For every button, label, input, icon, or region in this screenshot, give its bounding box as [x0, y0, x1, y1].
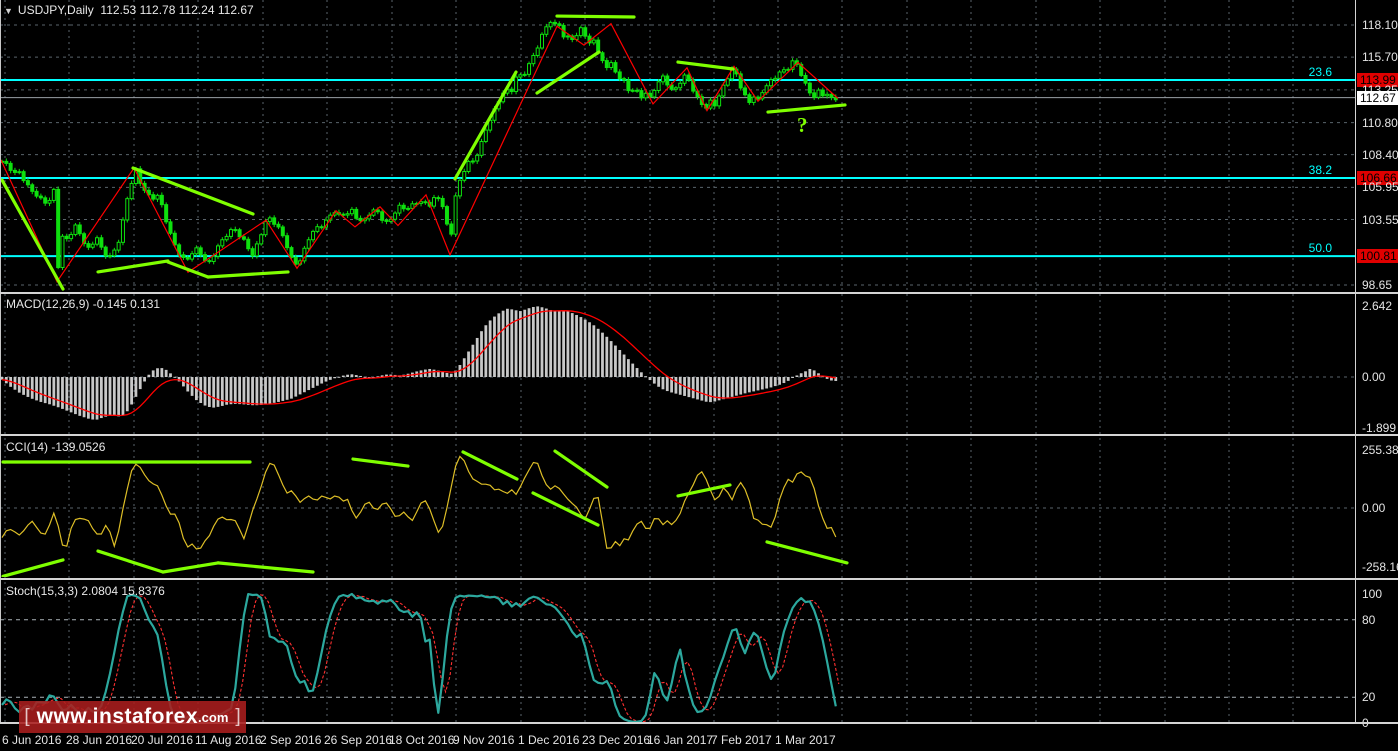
stoch-title: Stoch(15,3,3)	[6, 584, 78, 598]
cci-tick-255.3869: 255.3869	[1362, 443, 1398, 457]
date-tick: 9 Nov 2016	[453, 733, 514, 747]
grid-lines	[0, 0, 1355, 722]
ohlc-low: 112.24	[179, 3, 215, 17]
date-tick: 16 Jan 2017	[647, 733, 713, 747]
date-tick: 2 Sep 2016	[260, 733, 321, 747]
chart-plot-area[interactable]	[0, 0, 1398, 751]
fibonacci-lines	[0, 80, 1355, 256]
ohlc-open: 112.53	[100, 3, 136, 17]
macd-tick-2.642: 2.642	[1362, 299, 1392, 313]
cci-tick--258.1662: -258.1662	[1362, 560, 1398, 574]
panel-separator-cci[interactable]	[0, 434, 1398, 436]
mt4-chart-window: ▼ USDJPY,Daily 112.53 112.78 112.24 112.6…	[0, 0, 1398, 751]
ohlc-close: 112.67	[218, 3, 254, 17]
macd-tick-0.00: 0.00	[1362, 370, 1385, 384]
logo-tld: .com	[198, 710, 228, 725]
ohlc-high: 112.78	[140, 3, 176, 17]
panel-separator-macd[interactable]	[0, 292, 1398, 294]
stoch-values: 2.0804 15.8376	[81, 584, 164, 598]
cci-title: CCI(14)	[6, 440, 48, 454]
price-tick-118.10: 118.10	[1362, 18, 1398, 32]
date-tick: 1 Mar 2017	[775, 733, 836, 747]
date-tick: 18 Oct 2016	[389, 733, 454, 747]
price-tick-112.67: 112.67	[1357, 91, 1398, 105]
panel-separator-stoch[interactable]	[0, 578, 1398, 580]
stoch-indicator-label: Stoch(15,3,3) 2.0804 15.8376	[6, 584, 165, 598]
macd-tick--1.899: -1.899	[1362, 421, 1396, 435]
date-tick: 23 Dec 2016	[582, 733, 650, 747]
price-tick-98.65: 98.65	[1362, 278, 1392, 292]
price-tick-115.70: 115.70	[1362, 50, 1398, 64]
cci-indicator-label: CCI(14) -139.0526	[6, 440, 105, 454]
cci-tick-0.00: 0.00	[1362, 501, 1385, 515]
macd-title: MACD(12,26,9)	[6, 297, 89, 311]
price-tick-110.80: 110.80	[1362, 116, 1398, 130]
cci-values: -139.0526	[51, 440, 105, 454]
price-tick-108.40: 108.40	[1362, 148, 1398, 162]
date-tick: 11 Aug 2016	[195, 733, 262, 747]
stoch-tick-100: 100	[1362, 587, 1382, 601]
price-tick-105.95: 105.95	[1362, 180, 1398, 194]
cci-trendlines	[3, 451, 847, 576]
symbol-timeframe-label: USDJPY,Daily	[18, 3, 94, 17]
axis-border	[1355, 0, 1356, 723]
cci-line	[2, 456, 836, 549]
macd-values: -0.145 0.131	[93, 297, 160, 311]
fib-label-50.0: 50.0	[1272, 241, 1332, 255]
date-tick: 1 Dec 2016	[518, 733, 579, 747]
date-tick: 28 Jun 2016	[66, 733, 132, 747]
price-tick-103.55: 103.55	[1362, 213, 1398, 227]
price-tick-100.81: 100.81	[1357, 249, 1398, 263]
date-tick: 6 Jun 2016	[2, 733, 61, 747]
date-tick: 7 Feb 2017	[711, 733, 772, 747]
date-tick: 26 Sep 2016	[324, 733, 392, 747]
stoch-tick-20: 20	[1362, 690, 1375, 704]
window-left-border	[0, 0, 1, 722]
stoch-tick-80: 80	[1362, 613, 1375, 627]
zigzag-line	[1, 24, 838, 282]
date-tick: 20 Jul 2016	[131, 733, 193, 747]
macd-histogram	[1, 306, 838, 419]
macd-indicator-label: MACD(12,26,9) -0.145 0.131	[6, 297, 160, 311]
logo-bracket-open: [	[24, 706, 29, 728]
logo-text: www.instaforex	[37, 705, 198, 729]
symbol-dropdown-icon[interactable]: ▼	[4, 6, 13, 16]
logo-bracket-close: ]	[235, 706, 240, 728]
instaforex-watermark: [ www.instaforex .com ]	[19, 701, 246, 733]
question-mark-annotation: ?	[797, 113, 808, 138]
chart-title: ▼ USDJPY,Daily 112.53 112.78 112.24 112.6…	[4, 3, 254, 17]
fib-label-38.2: 38.2	[1272, 163, 1332, 177]
fib-label-23.6: 23.6	[1272, 65, 1332, 79]
